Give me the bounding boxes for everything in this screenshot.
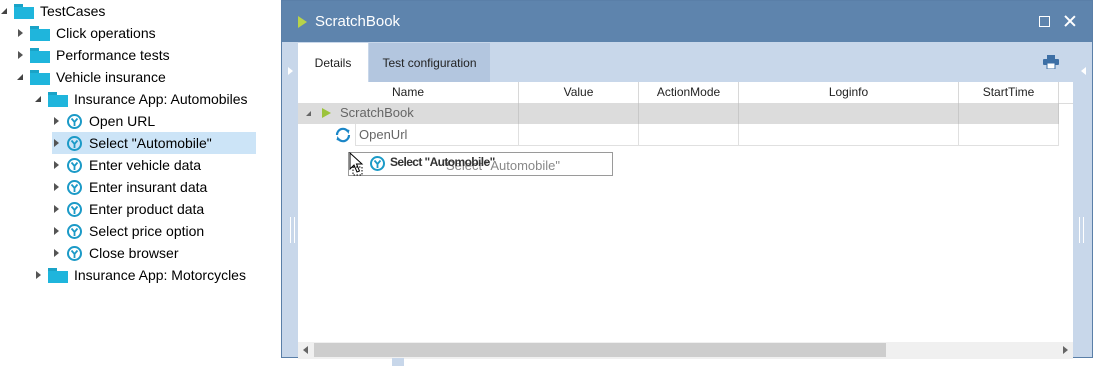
column-header-loginfo[interactable]: Loginfo bbox=[739, 82, 959, 103]
tree-item-label: Click operations bbox=[56, 25, 156, 41]
tree-item-label: Enter vehicle data bbox=[89, 157, 202, 173]
drag-preview: Select "Automobile" Select "Automobile" bbox=[348, 152, 613, 176]
tab-details[interactable]: Details bbox=[298, 43, 368, 82]
tree-item-enter-vehicle-data[interactable]: Enter vehicle data bbox=[52, 154, 201, 176]
scratchbook-window: ScratchBook Details Test configuration N… bbox=[281, 0, 1093, 359]
folder-icon bbox=[30, 69, 50, 85]
tree-item-label: Select "Automobile" bbox=[89, 135, 212, 151]
window-titlebar[interactable]: ScratchBook bbox=[282, 1, 1092, 42]
expand-arrow-icon[interactable] bbox=[52, 138, 62, 148]
expand-arrow-icon[interactable] bbox=[16, 50, 26, 60]
maximize-icon[interactable] bbox=[1036, 13, 1052, 29]
tree-item-open-url[interactable]: Open URL bbox=[52, 110, 155, 132]
collapse-arrow-icon[interactable] bbox=[0, 6, 10, 16]
grid-cell bbox=[639, 124, 739, 146]
expand-arrow-icon[interactable] bbox=[52, 204, 62, 214]
grid-cell bbox=[519, 124, 639, 146]
tree-item-vehicle-insurance[interactable]: Vehicle insurance bbox=[16, 66, 166, 88]
folder-icon bbox=[14, 3, 34, 19]
tree-item-click-operations[interactable]: Click operations bbox=[16, 22, 156, 44]
row-name: OpenUrl bbox=[359, 127, 408, 142]
resize-grip-right[interactable] bbox=[1079, 217, 1084, 243]
grid-row-openurl[interactable]: OpenUrl bbox=[298, 124, 1059, 146]
scrollbar-thumb[interactable] bbox=[314, 343, 886, 357]
tree-item-enter-insurant-data[interactable]: Enter insurant data bbox=[52, 176, 207, 198]
tree-item-label: Close browser bbox=[89, 245, 179, 261]
tree-item-select-price-option[interactable]: Select price option bbox=[52, 220, 204, 242]
tree-item-enter-product-data[interactable]: Enter product data bbox=[52, 198, 204, 220]
tree-item-label: Select price option bbox=[89, 223, 205, 239]
tree-item-label: Enter insurant data bbox=[89, 179, 208, 195]
testcase-tree: TestCases Click operations Performance t… bbox=[0, 0, 280, 366]
testcase-icon bbox=[67, 245, 82, 261]
grid-cell bbox=[739, 124, 959, 146]
mouse-cursor-icon bbox=[349, 152, 364, 176]
folder-icon bbox=[48, 91, 68, 107]
tree-item-close-browser[interactable]: Close browser bbox=[52, 242, 178, 264]
folder-icon bbox=[48, 267, 68, 283]
window-title: ScratchBook bbox=[315, 13, 401, 30]
grid-header: Name Value ActionMode Loginfo StartTime bbox=[298, 82, 1073, 104]
grid-cell bbox=[519, 103, 639, 124]
tree-item-label: Open URL bbox=[89, 113, 156, 129]
tree-item-select-automobile[interactable]: Select "Automobile" bbox=[52, 132, 256, 154]
expand-arrow-icon[interactable] bbox=[52, 182, 62, 192]
horizontal-scrollbar[interactable] bbox=[298, 342, 1073, 359]
tree-item-insurance-app-automobiles[interactable]: Insurance App: Automobiles bbox=[34, 88, 248, 110]
column-header-name[interactable]: Name bbox=[298, 82, 519, 103]
folder-icon bbox=[30, 47, 50, 63]
scroll-left-icon[interactable] bbox=[303, 346, 308, 354]
refresh-icon bbox=[335, 127, 351, 143]
scroll-right-icon[interactable] bbox=[1063, 346, 1068, 354]
splitter-handle[interactable] bbox=[392, 358, 404, 366]
close-icon[interactable] bbox=[1062, 13, 1078, 29]
drag-overlay-label: Select "Automobile" bbox=[390, 155, 495, 169]
tree-item-performance-tests[interactable]: Performance tests bbox=[16, 44, 170, 66]
expand-arrow-icon[interactable] bbox=[16, 28, 26, 38]
testcase-icon bbox=[67, 135, 82, 151]
tree-item-label: Vehicle insurance bbox=[56, 69, 166, 85]
testcase-icon bbox=[67, 113, 82, 129]
folder-icon bbox=[30, 25, 50, 41]
collapse-arrow-icon[interactable] bbox=[34, 94, 44, 104]
grid-cell bbox=[739, 103, 959, 124]
tree-item-label: Enter product data bbox=[89, 201, 205, 217]
grid-cell bbox=[959, 103, 1059, 124]
tree-item-testcases[interactable]: TestCases bbox=[0, 0, 105, 22]
column-header-actionmode[interactable]: ActionMode bbox=[639, 82, 739, 103]
expand-arrow-icon[interactable] bbox=[34, 270, 44, 280]
collapse-right-icon[interactable] bbox=[1081, 67, 1086, 75]
resize-grip-left[interactable] bbox=[290, 217, 295, 243]
expand-arrow-icon[interactable] bbox=[52, 248, 62, 258]
tab-bar: Details Test configuration bbox=[298, 43, 1073, 82]
grid-cell bbox=[959, 124, 1059, 146]
tree-item-label: Insurance App: Automobiles bbox=[74, 91, 248, 107]
tree-item-label: Insurance App: Motorcycles bbox=[74, 267, 246, 283]
grid-cell bbox=[298, 103, 519, 124]
grid-cell bbox=[639, 103, 739, 124]
testcase-icon bbox=[67, 157, 82, 173]
testcase-icon bbox=[67, 223, 82, 239]
grid-row-scratchbook[interactable]: ScratchBook bbox=[298, 103, 1059, 124]
column-header-starttime[interactable]: StartTime bbox=[959, 82, 1059, 103]
tree-item-label: Performance tests bbox=[56, 47, 170, 63]
tree-item-label: TestCases bbox=[40, 3, 106, 19]
expand-arrow-icon[interactable] bbox=[52, 160, 62, 170]
testcase-icon bbox=[370, 156, 385, 171]
collapse-arrow-icon[interactable] bbox=[16, 72, 26, 82]
expand-arrow-icon[interactable] bbox=[52, 226, 62, 236]
testcase-icon bbox=[67, 179, 82, 195]
expand-arrow-icon[interactable] bbox=[52, 116, 62, 126]
play-icon bbox=[298, 15, 307, 28]
tree-item-insurance-app-motorcycles[interactable]: Insurance App: Motorcycles bbox=[34, 264, 246, 286]
testcase-icon bbox=[67, 201, 82, 217]
tab-test-configuration[interactable]: Test configuration bbox=[369, 43, 490, 82]
print-icon[interactable] bbox=[1043, 55, 1059, 69]
column-header-value[interactable]: Value bbox=[519, 82, 639, 103]
collapse-left-icon[interactable] bbox=[288, 67, 293, 75]
details-grid: Name Value ActionMode Loginfo StartTime … bbox=[298, 82, 1073, 359]
